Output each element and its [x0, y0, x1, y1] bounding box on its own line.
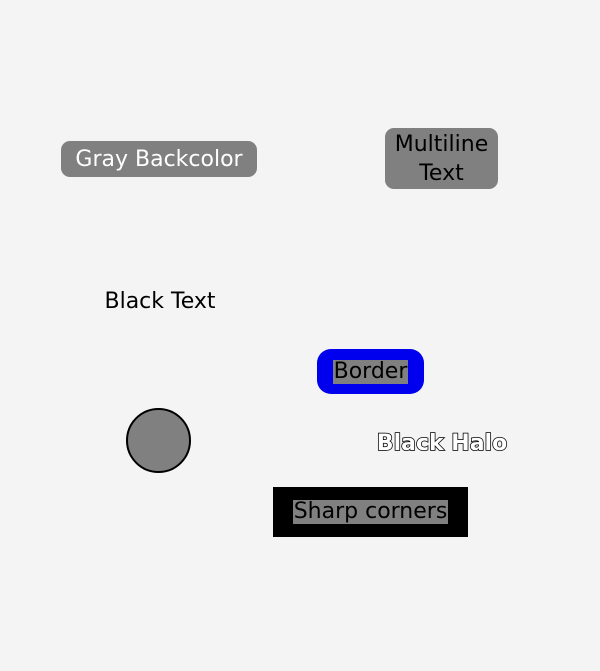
- black-halo-label: Black Halo: [376, 430, 508, 457]
- gray-backcolor-label: Gray Backcolor: [61, 141, 257, 177]
- multiline-text-label: Multiline Text: [385, 128, 498, 189]
- border-label: Border: [317, 349, 424, 394]
- sharp-corners-label-text: Sharp corners: [292, 499, 449, 524]
- sharp-corners-label: Sharp corners: [273, 487, 468, 537]
- circle-marker: [126, 408, 191, 473]
- black-text-label: Black Text: [104, 288, 216, 314]
- border-label-text: Border: [332, 358, 409, 384]
